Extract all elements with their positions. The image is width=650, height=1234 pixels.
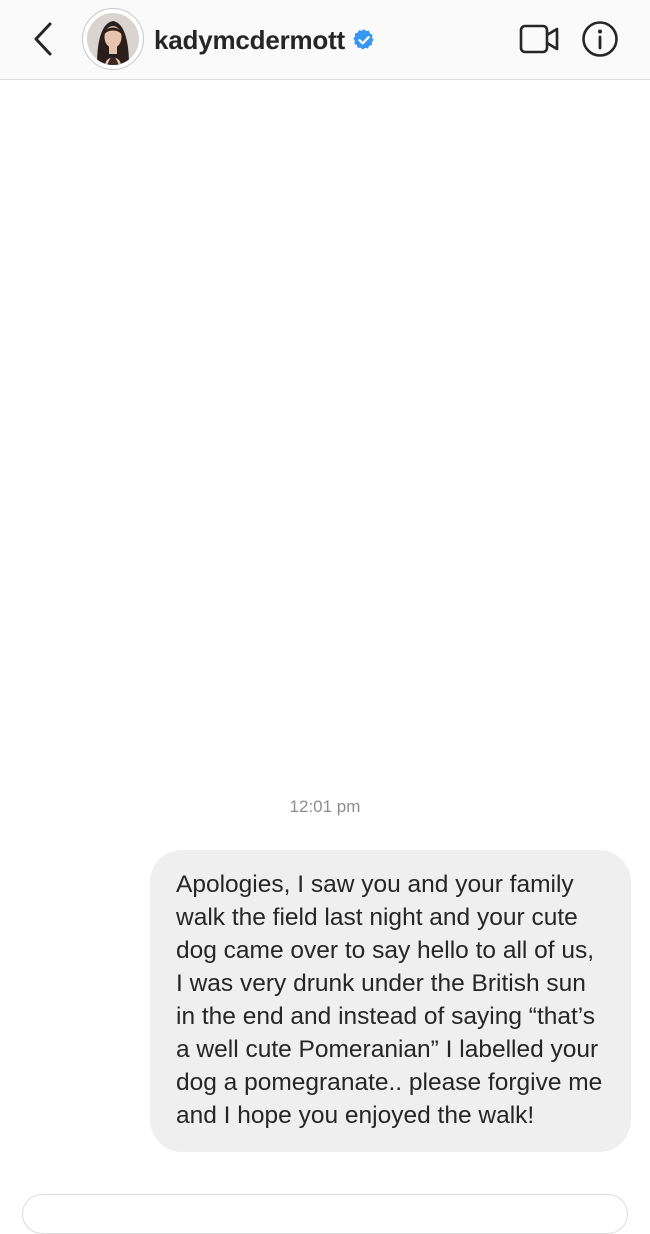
outgoing-message-bubble[interactable]: Apologies, I saw you and your family wal… [150,850,631,1152]
info-button[interactable] [580,19,620,59]
message-thread[interactable]: 12:01 pm Apologies, I saw you and your f… [0,81,650,1200]
avatar [87,13,139,65]
chevron-left-icon [34,22,52,56]
profile-avatar[interactable] [82,8,144,70]
back-button[interactable] [26,18,60,60]
info-icon [582,21,618,57]
message-timestamp: 12:01 pm [289,797,361,816]
username: kadymcdermott [154,24,346,55]
username-row[interactable]: kadymcdermott [154,22,376,58]
verified-badge-icon [353,29,374,50]
chat-header: kadymcdermott [0,0,650,80]
message-composer[interactable] [22,1194,628,1234]
video-call-button[interactable] [518,20,562,58]
video-call-icon [519,24,559,54]
